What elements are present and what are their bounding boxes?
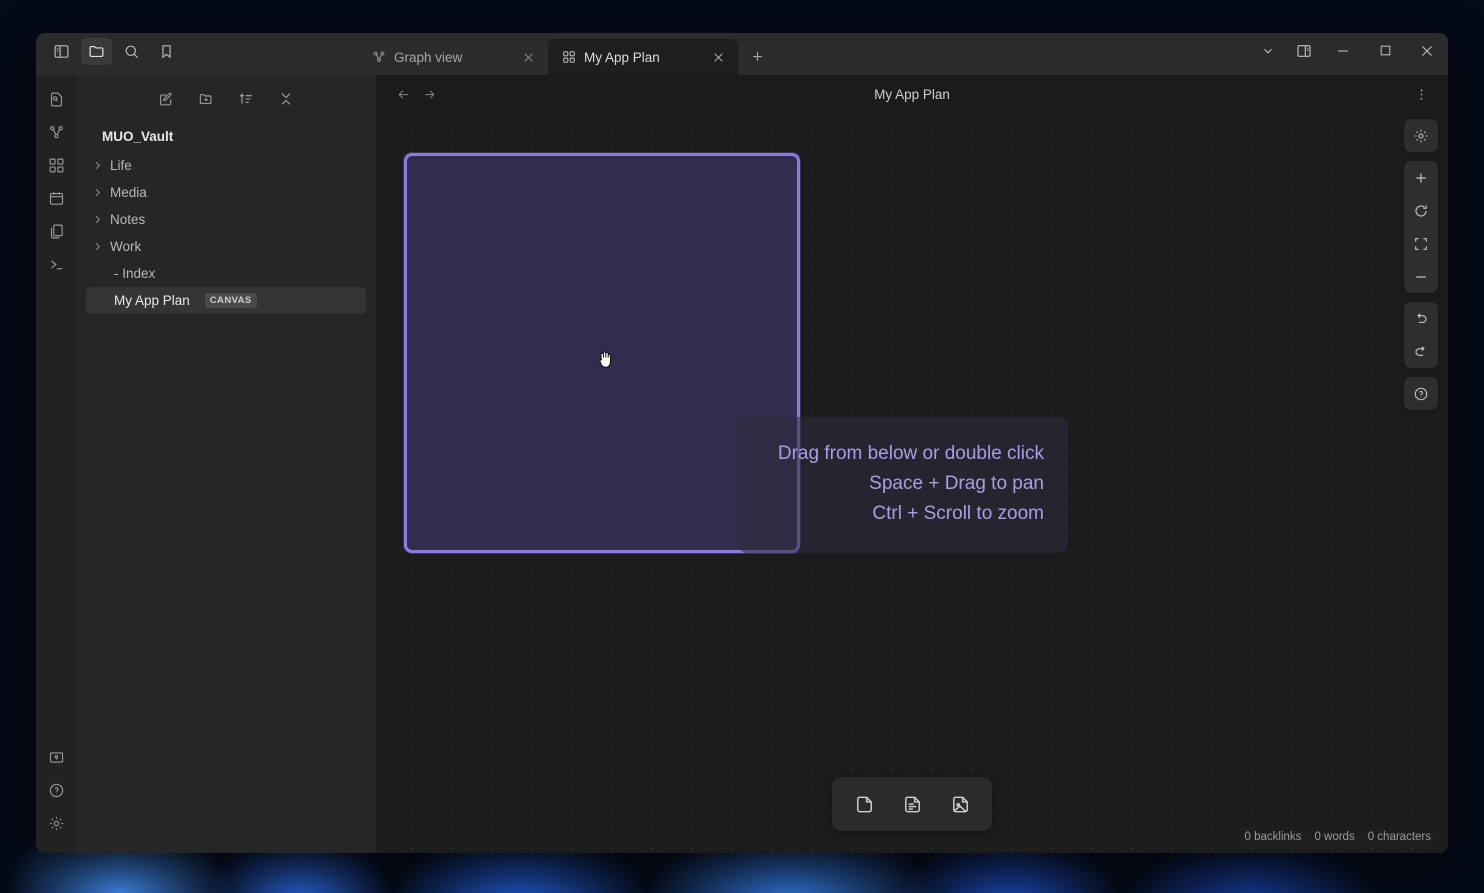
add-note-icon[interactable]: [892, 785, 932, 823]
tree-item-label: Life: [110, 158, 132, 173]
graph-icon: [372, 50, 386, 64]
window-controls: [1250, 33, 1448, 75]
explorer-toolbar: [76, 75, 376, 115]
redo-icon[interactable]: [1404, 335, 1438, 368]
help-icon[interactable]: [41, 774, 71, 806]
tab-strip: Graph view My App Plan: [358, 33, 772, 75]
status-characters[interactable]: 0 characters: [1368, 831, 1431, 843]
titlebar-left-buttons: [36, 33, 188, 75]
minimize-button[interactable]: [1322, 37, 1364, 65]
file-explorer: MUO_Vault Life Media: [76, 75, 376, 853]
tab-my-app-plan[interactable]: My App Plan: [548, 39, 738, 75]
tab-list-chevron-icon[interactable]: [1250, 37, 1286, 65]
new-tab-button[interactable]: [742, 40, 772, 72]
zoom-in-icon[interactable]: [1404, 161, 1438, 194]
chevron-right-icon: [90, 241, 104, 252]
title-bar: Graph view My App Plan: [36, 33, 1448, 75]
file-tree: Life Media Notes: [76, 152, 376, 314]
card-creation-toolbar: [832, 777, 992, 831]
vault-switcher-icon[interactable]: [41, 741, 71, 773]
search-icon[interactable]: [116, 38, 147, 65]
history-controls-group: [1404, 302, 1438, 368]
tab-graph-view[interactable]: Graph view: [358, 39, 548, 75]
zoom-controls-group: [1404, 161, 1438, 293]
collapse-all-icon[interactable]: [274, 87, 298, 111]
hint-line-drag: Drag from below or double click: [762, 439, 1044, 469]
calendar-icon[interactable]: [41, 182, 71, 214]
quick-switcher-icon[interactable]: [41, 83, 71, 115]
tree-item-label: - Index: [114, 266, 155, 281]
help-circle-icon[interactable]: [1404, 377, 1438, 410]
toggle-right-sidebar-icon[interactable]: [1286, 37, 1322, 65]
view-header: My App Plan: [376, 75, 1448, 113]
canvas-card[interactable]: [404, 153, 800, 553]
forward-arrow-icon[interactable]: [416, 81, 442, 107]
back-arrow-icon[interactable]: [390, 81, 416, 107]
tree-item-label: Notes: [110, 212, 145, 227]
toggle-sidebar-icon[interactable]: [46, 38, 77, 65]
main-view: My App Plan Drag from below or double cl…: [376, 75, 1448, 853]
canvas-surface[interactable]: Drag from below or double click Space + …: [376, 113, 1448, 853]
hint-line-zoom: Ctrl + Scroll to zoom: [762, 499, 1044, 529]
canvas-tools: [1404, 119, 1438, 410]
tree-item-media[interactable]: Media: [86, 179, 366, 206]
page-title: My App Plan: [376, 87, 1448, 102]
sort-icon[interactable]: [234, 87, 258, 111]
settings-gear-icon[interactable]: [41, 807, 71, 839]
obsidian-app-window: Graph view My App Plan: [36, 33, 1448, 853]
tree-item-notes[interactable]: Notes: [86, 206, 366, 233]
tab-label: Graph view: [394, 50, 510, 65]
tree-item-index[interactable]: - Index: [86, 260, 366, 287]
zoom-to-fit-icon[interactable]: [1404, 227, 1438, 260]
add-image-icon[interactable]: [940, 785, 980, 823]
canvas-settings-gear-icon[interactable]: [1404, 119, 1438, 152]
close-icon[interactable]: [708, 47, 728, 67]
canvas-settings-group: [1404, 119, 1438, 152]
undo-icon[interactable]: [1404, 302, 1438, 335]
vault-name: MUO_Vault: [76, 115, 376, 152]
tree-item-work[interactable]: Work: [86, 233, 366, 260]
tab-label: My App Plan: [584, 50, 700, 65]
tree-item-life[interactable]: Life: [86, 152, 366, 179]
status-backlinks[interactable]: 0 backlinks: [1245, 831, 1302, 843]
tree-item-my-app-plan[interactable]: My App Plan CANVAS: [86, 287, 366, 314]
status-words[interactable]: 0 words: [1314, 831, 1354, 843]
canvas-help-group: [1404, 377, 1438, 410]
hint-line-pan: Space + Drag to pan: [762, 469, 1044, 499]
bookmark-icon[interactable]: [151, 38, 182, 65]
terminal-icon[interactable]: [41, 248, 71, 280]
zoom-reset-icon[interactable]: [1404, 194, 1438, 227]
canvas-icon[interactable]: [41, 149, 71, 181]
folder-icon[interactable]: [81, 38, 112, 65]
chevron-right-icon: [90, 187, 104, 198]
tree-item-label: My App Plan: [114, 293, 190, 308]
status-bar: 0 backlinks 0 words 0 characters: [1236, 827, 1440, 847]
tree-item-label: Work: [110, 239, 141, 254]
close-icon[interactable]: [518, 47, 538, 67]
new-folder-icon[interactable]: [194, 87, 218, 111]
chevron-right-icon: [90, 214, 104, 225]
add-card-icon[interactable]: [844, 785, 884, 823]
copy-files-icon[interactable]: [41, 215, 71, 247]
window-body: MUO_Vault Life Media: [36, 75, 1448, 853]
chevron-right-icon: [90, 160, 104, 171]
more-options-icon[interactable]: [1408, 81, 1434, 107]
canvas-icon: [562, 50, 576, 64]
left-icon-rail: [36, 75, 76, 853]
graph-view-icon[interactable]: [41, 116, 71, 148]
zoom-out-icon[interactable]: [1404, 260, 1438, 293]
maximize-button[interactable]: [1364, 37, 1406, 65]
tree-item-label: Media: [110, 185, 147, 200]
new-note-icon[interactable]: [154, 87, 178, 111]
status-badge: CANVAS: [205, 293, 257, 308]
close-button[interactable]: [1406, 37, 1448, 65]
